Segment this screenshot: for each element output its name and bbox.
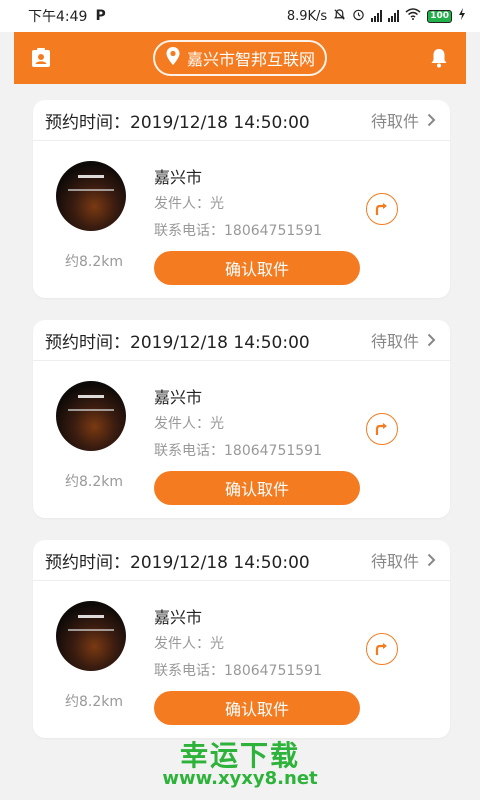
chevron-right-icon: [427, 553, 436, 567]
status-bar: 下午4:49 P 8.9K/s 100: [0, 0, 480, 32]
appointment-time: 预约时间：2019/12/18 14:50:00: [45, 332, 310, 353]
sender: 发件人：光: [154, 196, 224, 212]
avatar: [56, 161, 126, 231]
order-card[interactable]: 预约时间：2019/12/18 14:50:00 待取件 约8.2km 嘉兴市 …: [33, 540, 450, 738]
mute-icon: [333, 8, 346, 25]
confirm-pickup-button[interactable]: 确认取件: [154, 251, 360, 285]
phone: 联系电话：18064751591: [154, 443, 322, 459]
signal-icon: [371, 10, 383, 22]
location-pin-icon: [165, 46, 181, 70]
phone: 联系电话：18064751591: [154, 223, 322, 239]
status-label: 待取件: [370, 552, 419, 571]
order-list: 预约时间：2019/12/18 14:50:00 待取件 约8.2km 嘉兴市 …: [33, 100, 450, 760]
turn-right-icon: [375, 203, 387, 215]
appointment-time: 预约时间：2019/12/18 14:50:00: [45, 552, 310, 573]
battery-indicator: 100: [427, 9, 452, 23]
appointment-time: 预约时间：2019/12/18 14:50:00: [45, 112, 310, 133]
phone: 联系电话：18064751591: [154, 663, 322, 679]
watermark-url: www.xyxy8.net: [162, 768, 318, 789]
distance: 约8.2km: [65, 254, 124, 270]
navigate-button[interactable]: [366, 193, 398, 225]
card-header: 预约时间：2019/12/18 14:50:00 待取件: [33, 100, 450, 141]
status-label: 待取件: [370, 332, 419, 351]
app-notification-icon: P: [95, 8, 106, 24]
avatar: [56, 601, 126, 671]
bell-icon[interactable]: [426, 45, 452, 71]
distance: 约8.2km: [65, 694, 124, 710]
turn-right-icon: [375, 423, 387, 435]
card-body: 约8.2km 嘉兴市 发件人：光 联系电话：18064751591 确认取件: [33, 361, 450, 518]
order-card[interactable]: 预约时间：2019/12/18 14:50:00 待取件 约8.2km 嘉兴市 …: [33, 100, 450, 298]
card-body: 约8.2km 嘉兴市 发件人：光 联系电话：18064751591 确认取件: [33, 581, 450, 738]
chevron-right-icon: [427, 333, 436, 347]
charging-icon: [458, 8, 466, 24]
order-card[interactable]: 预约时间：2019/12/18 14:50:00 待取件 约8.2km 嘉兴市 …: [33, 320, 450, 518]
signal-icon-2: [388, 10, 400, 22]
avatar: [56, 381, 126, 451]
city: 嘉兴市: [154, 168, 203, 187]
network-speed: 8.9K/s: [286, 8, 328, 24]
location-label: 嘉兴市智邦互联网: [186, 50, 315, 69]
card-header: 预约时间：2019/12/18 14:50:00 待取件: [33, 320, 450, 361]
distance: 约8.2km: [65, 474, 124, 490]
top-bar: 嘉兴市智邦互联网: [14, 32, 466, 84]
card-header: 预约时间：2019/12/18 14:50:00 待取件: [33, 540, 450, 581]
sender: 发件人：光: [154, 416, 224, 432]
turn-right-icon: [375, 643, 387, 655]
confirm-pickup-button[interactable]: 确认取件: [154, 691, 360, 725]
location-selector[interactable]: 嘉兴市智邦互联网: [152, 40, 327, 76]
alarm-icon: [352, 8, 365, 25]
order-status[interactable]: 待取件: [371, 108, 436, 132]
wifi-icon: [405, 8, 421, 24]
order-status[interactable]: 待取件: [371, 328, 436, 352]
navigate-button[interactable]: [366, 413, 398, 445]
city: 嘉兴市: [154, 388, 203, 407]
status-time: 下午4:49: [28, 9, 88, 25]
status-label: 待取件: [370, 112, 419, 131]
chevron-right-icon: [427, 113, 436, 127]
city: 嘉兴市: [154, 608, 203, 627]
sender: 发件人：光: [154, 636, 224, 652]
contact-card-icon[interactable]: [28, 45, 54, 71]
card-body: 约8.2km 嘉兴市 发件人：光 联系电话：18064751591 确认取件: [33, 141, 450, 298]
confirm-pickup-button[interactable]: 确认取件: [154, 471, 360, 505]
order-status[interactable]: 待取件: [371, 548, 436, 572]
navigate-button[interactable]: [366, 633, 398, 665]
